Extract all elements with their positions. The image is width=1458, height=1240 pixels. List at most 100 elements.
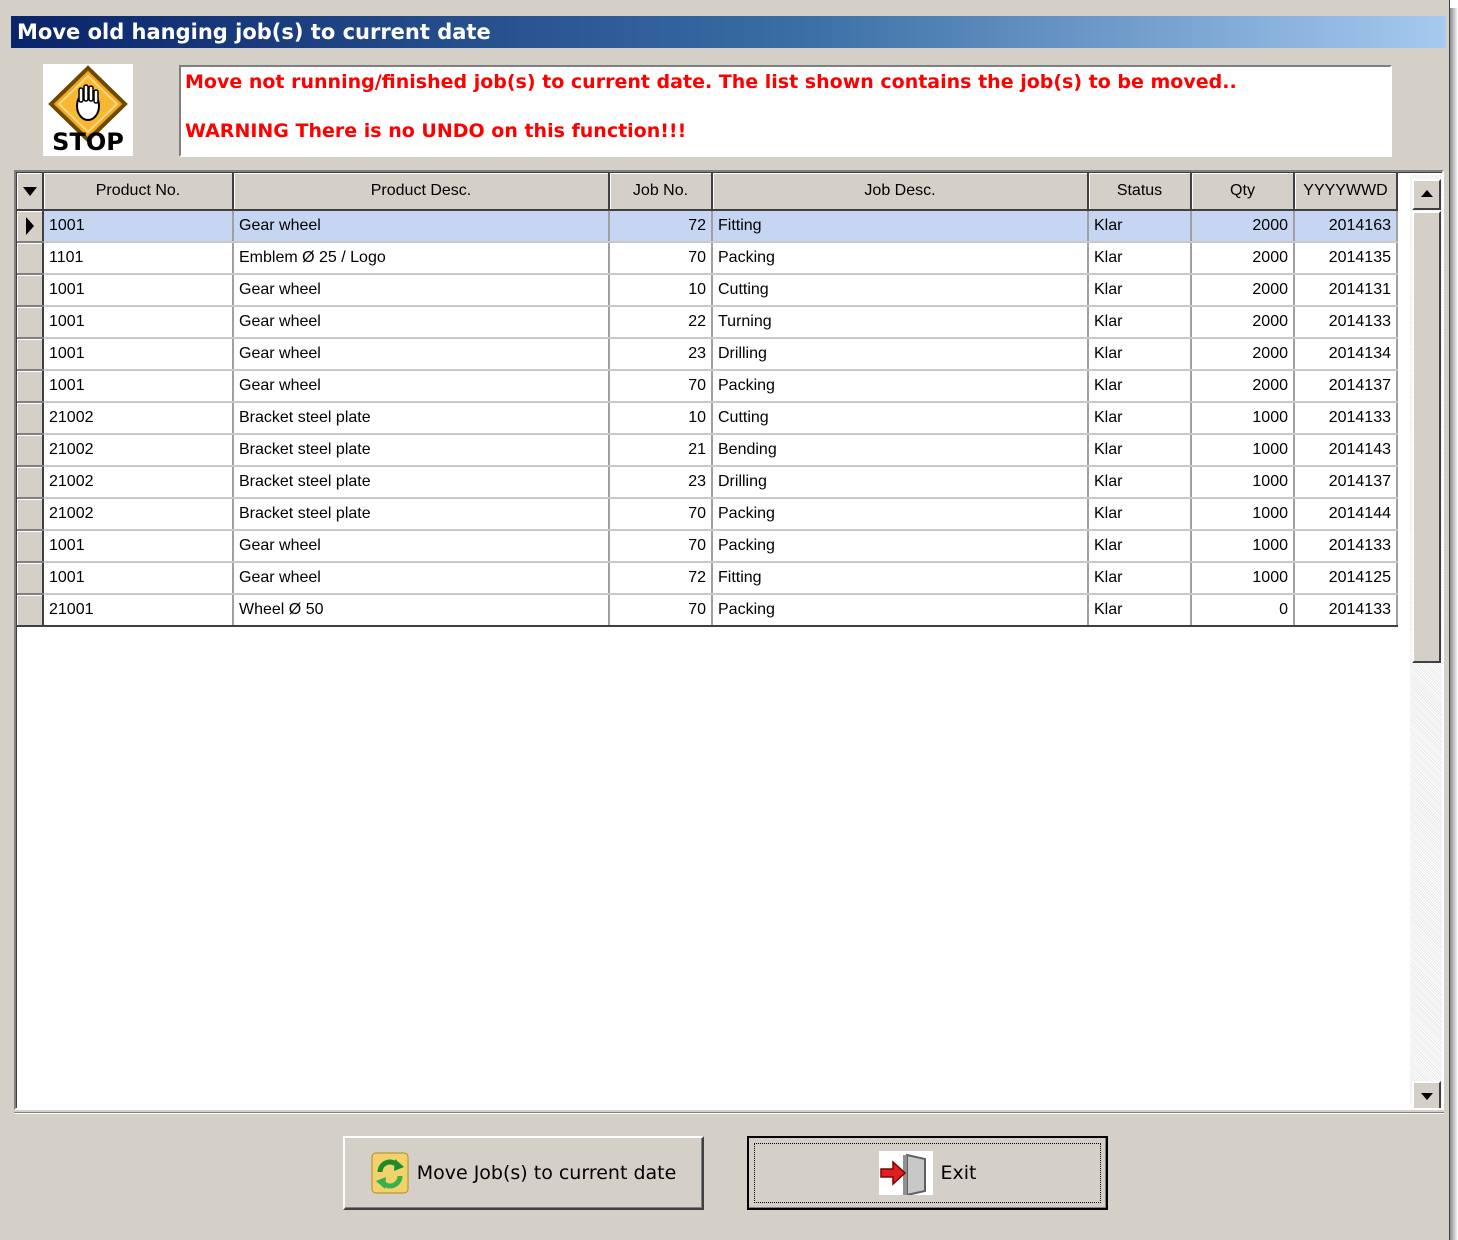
- cell-product-desc[interactable]: Gear wheel: [233, 370, 610, 403]
- cell-product-no[interactable]: 21002: [43, 498, 234, 531]
- vertical-scrollbar[interactable]: [1410, 175, 1442, 1108]
- column-header-job-no[interactable]: Job No.: [609, 173, 713, 211]
- cell-product-desc[interactable]: Gear wheel: [233, 274, 610, 307]
- cell-week-day[interactable]: 2014133: [1294, 594, 1398, 627]
- cell-job-desc[interactable]: Fitting: [712, 210, 1089, 243]
- cell-week-day[interactable]: 2014137: [1294, 370, 1398, 403]
- cell-qty[interactable]: 2000: [1191, 210, 1295, 243]
- table-row[interactable]: 1001 Gear wheel 10 Cutting Klar 2000 2014131: [17, 274, 1398, 307]
- exit-button[interactable]: Exit: [747, 1136, 1108, 1210]
- table-row[interactable]: 1001 Gear wheel 72 Fitting Klar 2000 2014163: [17, 210, 1398, 243]
- cell-qty[interactable]: 2000: [1191, 338, 1295, 371]
- cell-job-desc[interactable]: Cutting: [712, 274, 1089, 307]
- cell-job-desc[interactable]: Cutting: [712, 402, 1089, 435]
- cell-qty[interactable]: 1000: [1191, 434, 1295, 467]
- table-row[interactable]: 21002 Bracket steel plate 23 Drilling Klar 10…: [17, 466, 1398, 499]
- table-row[interactable]: 1001 Gear wheel 23 Drilling Klar 2000 2014134: [17, 338, 1398, 371]
- cell-week-day[interactable]: 2014144: [1294, 498, 1398, 531]
- move-jobs-button[interactable]: Move Job(s) to current date: [343, 1136, 704, 1210]
- cell-qty[interactable]: 2000: [1191, 242, 1295, 275]
- cell-qty[interactable]: 2000: [1191, 370, 1295, 403]
- table-row[interactable]: 21002 Bracket steel plate 21 Bending Klar 100…: [17, 434, 1398, 467]
- row-selector[interactable]: [17, 274, 44, 307]
- cell-product-no[interactable]: 1001: [43, 210, 234, 243]
- row-selector[interactable]: [17, 210, 44, 243]
- cell-product-no[interactable]: 1001: [43, 338, 234, 371]
- cell-job-desc[interactable]: Packing: [712, 370, 1089, 403]
- jobs-grid[interactable]: Product No. Product Desc. Job No. Job De…: [14, 170, 1444, 1110]
- row-selector[interactable]: [17, 466, 44, 499]
- cell-status[interactable]: Klar: [1088, 530, 1192, 563]
- cell-product-desc[interactable]: Emblem Ø 25 / Logo: [233, 242, 610, 275]
- table-row[interactable]: 1001 Gear wheel 70 Packing Klar 2000 2014137: [17, 370, 1398, 403]
- cell-job-no[interactable]: 10: [609, 402, 713, 435]
- cell-qty[interactable]: 1000: [1191, 466, 1295, 499]
- column-header-job-desc[interactable]: Job Desc.: [712, 173, 1089, 211]
- cell-product-desc[interactable]: Gear wheel: [233, 338, 610, 371]
- cell-week-day[interactable]: 2014133: [1294, 402, 1398, 435]
- cell-qty[interactable]: 2000: [1191, 274, 1295, 307]
- cell-week-day[interactable]: 2014135: [1294, 242, 1398, 275]
- cell-product-desc[interactable]: Gear wheel: [233, 306, 610, 339]
- cell-product-no[interactable]: 1101: [43, 242, 234, 275]
- cell-qty[interactable]: 0: [1191, 594, 1295, 627]
- cell-product-desc[interactable]: Bracket steel plate: [233, 434, 610, 467]
- scroll-down-button[interactable]: [1412, 1081, 1441, 1108]
- cell-week-day[interactable]: 2014133: [1294, 530, 1398, 563]
- cell-product-desc[interactable]: Gear wheel: [233, 210, 610, 243]
- cell-week-day[interactable]: 2014133: [1294, 306, 1398, 339]
- cell-status[interactable]: Klar: [1088, 562, 1192, 595]
- cell-product-no[interactable]: 21002: [43, 466, 234, 499]
- cell-status[interactable]: Klar: [1088, 466, 1192, 499]
- table-row[interactable]: 1001 Gear wheel 72 Fitting Klar 1000 2014125: [17, 562, 1398, 595]
- cell-product-no[interactable]: 1001: [43, 530, 234, 563]
- cell-status[interactable]: Klar: [1088, 274, 1192, 307]
- cell-product-desc[interactable]: Gear wheel: [233, 530, 610, 563]
- cell-product-no[interactable]: 1001: [43, 370, 234, 403]
- cell-job-no[interactable]: 10: [609, 274, 713, 307]
- cell-status[interactable]: Klar: [1088, 370, 1192, 403]
- cell-status[interactable]: Klar: [1088, 498, 1192, 531]
- cell-job-no[interactable]: 22: [609, 306, 713, 339]
- cell-job-desc[interactable]: Drilling: [712, 338, 1089, 371]
- table-row[interactable]: 1001 Gear wheel 22 Turning Klar 2000 2014133: [17, 306, 1398, 339]
- cell-qty[interactable]: 1000: [1191, 562, 1295, 595]
- cell-job-desc[interactable]: Fitting: [712, 562, 1089, 595]
- cell-job-no[interactable]: 72: [609, 562, 713, 595]
- cell-product-desc[interactable]: Wheel Ø 50: [233, 594, 610, 627]
- cell-product-desc[interactable]: Bracket steel plate: [233, 466, 610, 499]
- cell-job-no[interactable]: 21: [609, 434, 713, 467]
- row-selector[interactable]: [17, 402, 44, 435]
- cell-week-day[interactable]: 2014134: [1294, 338, 1398, 371]
- cell-product-no[interactable]: 1001: [43, 562, 234, 595]
- jobs-table[interactable]: Product No. Product Desc. Job No. Job De…: [17, 173, 1398, 627]
- scroll-up-button[interactable]: [1412, 179, 1441, 210]
- column-header-product-no[interactable]: Product No.: [43, 173, 234, 211]
- cell-week-day[interactable]: 2014137: [1294, 466, 1398, 499]
- cell-job-no[interactable]: 70: [609, 498, 713, 531]
- column-header-qty[interactable]: Qty: [1191, 173, 1295, 211]
- cell-status[interactable]: Klar: [1088, 434, 1192, 467]
- cell-status[interactable]: Klar: [1088, 210, 1192, 243]
- cell-product-no[interactable]: 21001: [43, 594, 234, 627]
- cell-job-no[interactable]: 23: [609, 466, 713, 499]
- column-header-product-desc[interactable]: Product Desc.: [233, 173, 610, 211]
- cell-job-desc[interactable]: Drilling: [712, 466, 1089, 499]
- cell-job-no[interactable]: 70: [609, 530, 713, 563]
- table-row[interactable]: 21002 Bracket steel plate 10 Cutting Klar 100…: [17, 402, 1398, 435]
- cell-week-day[interactable]: 2014131: [1294, 274, 1398, 307]
- table-row[interactable]: 21001 Wheel Ø 50 70 Packing Klar 0 2014133: [17, 594, 1398, 627]
- cell-product-no[interactable]: 1001: [43, 274, 234, 307]
- table-row[interactable]: 21002 Bracket steel plate 70 Packing Klar 100…: [17, 498, 1398, 531]
- cell-job-no[interactable]: 23: [609, 338, 713, 371]
- row-selector[interactable]: [17, 594, 44, 627]
- column-header-status[interactable]: Status: [1088, 173, 1192, 211]
- cell-qty[interactable]: 2000: [1191, 306, 1295, 339]
- cell-product-desc[interactable]: Gear wheel: [233, 562, 610, 595]
- cell-job-desc[interactable]: Packing: [712, 594, 1089, 627]
- cell-job-desc[interactable]: Turning: [712, 306, 1089, 339]
- row-selector[interactable]: [17, 530, 44, 563]
- cell-status[interactable]: Klar: [1088, 242, 1192, 275]
- cell-job-no[interactable]: 70: [609, 242, 713, 275]
- cell-qty[interactable]: 1000: [1191, 530, 1295, 563]
